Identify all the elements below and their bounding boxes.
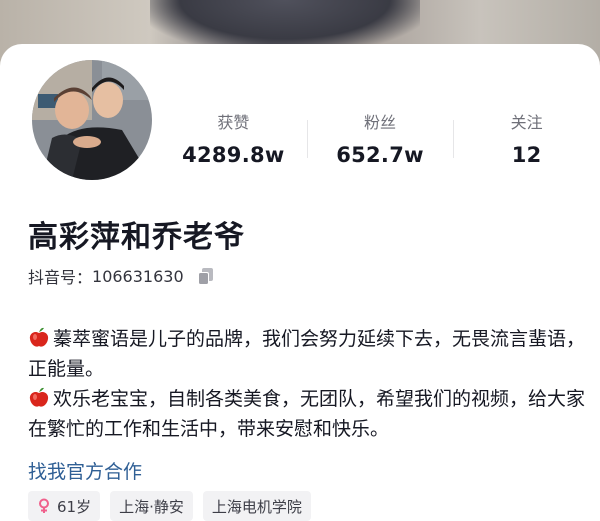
bio-text-2: 欢乐老宝宝，自制各类美食，无团队，希望我们的视频，给大家在繁忙的工作和生活中，带… — [28, 388, 586, 440]
avatar[interactable] — [29, 57, 155, 183]
cover-figure — [150, 0, 420, 50]
douyin-id-row: 抖音号： 106631630 — [28, 264, 216, 288]
red-apple-icon — [28, 386, 50, 408]
location-tag[interactable]: 上海·静安 — [110, 491, 193, 521]
copy-icon[interactable] — [196, 266, 216, 286]
age-tag-text: 61岁 — [57, 497, 92, 516]
stat-followers-label: 粉丝 — [364, 113, 397, 132]
stat-likes-value: 4289.8w — [182, 143, 285, 167]
profile-name: 高彩萍和乔老爷 — [28, 220, 245, 255]
stat-followers[interactable]: 粉丝 652.7w — [306, 102, 454, 182]
age-tag[interactable]: 61岁 — [28, 491, 101, 521]
profile-tags: 61岁 上海·静安 上海电机学院 — [28, 491, 311, 521]
bio-line-1: 蓁萃蜜语是儿子的品牌，我们会努力延续下去，无畏流言蜚语，正能量。 — [28, 324, 588, 384]
douyin-id-value: 106631630 — [92, 266, 184, 286]
stat-following[interactable]: 关注 12 — [453, 102, 600, 182]
douyin-id-label: 抖音号： — [28, 268, 93, 287]
stat-likes-label: 获赞 — [217, 113, 250, 132]
stat-followers-value: 652.7w — [336, 143, 424, 167]
avatar-photo — [32, 60, 152, 180]
bio-line-2: 欢乐老宝宝，自制各类美食，无团队，希望我们的视频，给大家在繁忙的工作和生活中，带… — [28, 384, 588, 444]
red-apple-icon — [28, 326, 50, 348]
profile-bio: 蓁萃蜜语是儿子的品牌，我们会努力延续下去，无畏流言蜚语，正能量。 欢乐老宝宝，自… — [28, 324, 588, 444]
stats-row: 获赞 4289.8w 粉丝 652.7w 关注 12 — [160, 102, 600, 182]
official-cooperation-link[interactable]: 找我官方合作 — [28, 457, 142, 484]
stat-likes[interactable]: 获赞 4289.8w — [160, 102, 307, 182]
female-icon — [37, 498, 51, 514]
stat-following-value: 12 — [511, 143, 542, 167]
profile-card: 获赞 4289.8w 粉丝 652.7w 关注 12 高彩萍和乔老爷 抖音号： … — [0, 44, 600, 521]
school-tag[interactable]: 上海电机学院 — [202, 491, 311, 521]
bio-text-1: 蓁萃蜜语是儿子的品牌，我们会努力延续下去，无畏流言蜚语，正能量。 — [28, 328, 586, 380]
stat-following-label: 关注 — [510, 113, 543, 132]
